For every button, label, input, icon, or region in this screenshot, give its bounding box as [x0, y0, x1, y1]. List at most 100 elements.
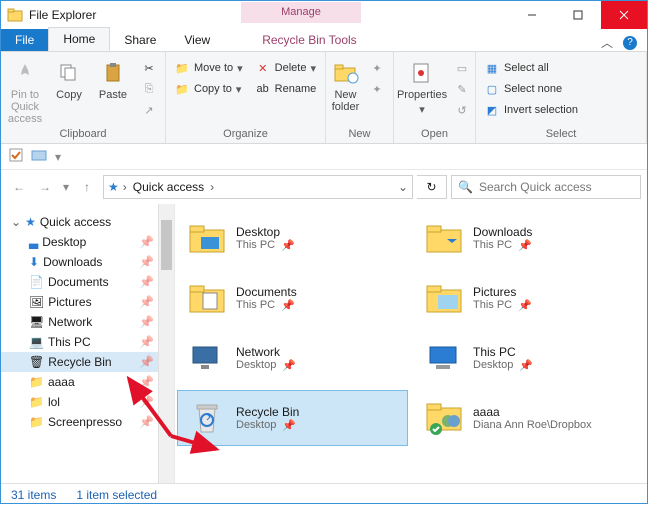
copy-path-button[interactable]: ⎘ [137, 80, 161, 98]
ribbon: Pin to Quick access Copy Paste ✂ ⎘ ↗ Cli… [1, 52, 647, 144]
item-aaaa[interactable]: aaaaDiana Ann Roe\Dropbox [414, 390, 645, 446]
paste-button[interactable]: Paste [93, 55, 133, 101]
item-network[interactable]: NetworkDesktop📌 [177, 330, 408, 386]
tree-quick-access[interactable]: ⌄ ★ Quick access [1, 212, 158, 232]
copyto-icon: 📁 [174, 81, 190, 97]
selectnone-icon: ▢ [484, 81, 500, 97]
qat-folder-icon[interactable] [31, 148, 47, 165]
minimize-button[interactable] [509, 1, 555, 29]
navigation-pane: ⌄ ★ Quick access ▃Desktop📌 ⬇Downloads📌 📄… [1, 204, 175, 483]
qat-overflow[interactable]: ▾ [55, 150, 61, 164]
pin-icon: 📌 [139, 315, 154, 329]
copy-to-button[interactable]: 📁Copy to▾ [170, 80, 247, 98]
open-button[interactable]: ▭ [450, 59, 474, 77]
delete-icon: ✕ [255, 60, 271, 76]
item-desktop[interactable]: DesktopThis PC📌 [177, 210, 408, 266]
pin-icon: 📌 [139, 235, 154, 249]
group-open: Open [398, 128, 471, 142]
tab-share[interactable]: Share [110, 28, 170, 51]
tab-recycle-bin-tools[interactable]: Recycle Bin Tools [248, 28, 371, 51]
address-history-dropdown[interactable]: ⌄ [398, 180, 408, 194]
shortcut-icon: ↗ [141, 102, 157, 118]
navigation-row: ← → ▾ ↑ ★ › Quick access › ⌄ ↻ 🔍 Search … [1, 170, 647, 204]
downloads-icon: ⬇ [29, 255, 39, 269]
folder-icon [186, 277, 228, 319]
tree-item-recycle-bin[interactable]: 🗑Recycle Bin📌 [1, 352, 158, 372]
back-button[interactable]: ← [7, 175, 31, 199]
properties-button[interactable]: Properties▾ [398, 55, 446, 116]
help-icon[interactable]: ? [623, 36, 637, 50]
tree-item-this-pc[interactable]: 💻This PC📌 [1, 332, 158, 352]
sidebar-scrollbar[interactable] [158, 204, 174, 483]
tab-view[interactable]: View [170, 28, 224, 51]
tab-strip: File Home Share View Recycle Bin Tools ︿… [1, 29, 647, 52]
pin-to-quick-access-button[interactable]: Pin to Quick access [5, 55, 45, 125]
group-clipboard: Clipboard [5, 128, 161, 142]
item-pictures[interactable]: PicturesThis PC📌 [414, 270, 645, 326]
tree-item-downloads[interactable]: ⬇Downloads📌 [1, 252, 158, 272]
forward-button[interactable]: → [33, 175, 57, 199]
search-box[interactable]: 🔍 Search Quick access [451, 175, 641, 199]
delete-button[interactable]: ✕Delete▾ [251, 59, 321, 77]
easy-icon: ✦ [369, 81, 385, 97]
scissors-icon: ✂ [141, 60, 157, 76]
up-button[interactable]: ↑ [75, 175, 99, 199]
history-button[interactable]: ↺ [450, 101, 474, 119]
tree-item-lol[interactable]: 📁lol📌 [1, 392, 158, 412]
move-icon: 📁 [174, 60, 190, 76]
ribbon-collapse-icon[interactable]: ︿ [601, 34, 613, 51]
tree-item-pictures[interactable]: 🖼Pictures📌 [1, 292, 158, 312]
open-icon: ▭ [454, 60, 470, 76]
copy-button[interactable]: Copy [49, 55, 89, 101]
tab-file[interactable]: File [1, 29, 48, 51]
tree-item-desktop[interactable]: ▃Desktop📌 [1, 232, 158, 252]
select-none-button[interactable]: ▢Select none [480, 80, 582, 98]
documents-icon: 📄 [29, 275, 44, 289]
address-bar[interactable]: ★ › Quick access › ⌄ [103, 175, 413, 199]
paste-shortcut-button[interactable]: ↗ [137, 101, 161, 119]
item-documents[interactable]: DocumentsThis PC📌 [177, 270, 408, 326]
pin-icon [11, 59, 39, 87]
move-to-button[interactable]: 📁Move to▾ [170, 59, 247, 77]
tab-home[interactable]: Home [48, 27, 110, 51]
history-icon: ↺ [454, 102, 470, 118]
content-pane: DesktopThis PC📌 DownloadsThis PC📌 Docume… [175, 204, 647, 483]
tree-item-documents[interactable]: 📄Documents📌 [1, 272, 158, 292]
status-selection: 1 item selected [76, 488, 157, 502]
folder-icon [423, 277, 465, 319]
edit-button[interactable]: ✎ [450, 80, 474, 98]
item-recycle-bin[interactable]: Recycle BinDesktop📌 [177, 390, 408, 446]
tree-item-network[interactable]: 🖥Network📌 [1, 312, 158, 332]
new-folder-button[interactable]: New folder [330, 55, 361, 113]
refresh-button[interactable]: ↻ [417, 175, 447, 199]
edit-icon: ✎ [454, 81, 470, 97]
select-all-button[interactable]: ▦Select all [480, 59, 582, 77]
tree-item-aaaa[interactable]: 📁aaaa📌 [1, 372, 158, 392]
pin-icon: 📌 [282, 419, 296, 432]
item-downloads[interactable]: DownloadsThis PC📌 [414, 210, 645, 266]
cut-button[interactable]: ✂ [137, 59, 161, 77]
group-select: Select [480, 128, 642, 142]
easy-access-button[interactable]: ✦ [365, 80, 389, 98]
invert-selection-button[interactable]: ◩Invert selection [480, 101, 582, 119]
close-button[interactable] [601, 1, 647, 29]
maximize-button[interactable] [555, 1, 601, 29]
new-item-button[interactable]: ✦ [365, 59, 389, 77]
window-title: File Explorer [29, 8, 96, 22]
item-this-pc[interactable]: This PCDesktop📌 [414, 330, 645, 386]
pin-icon: 📌 [281, 239, 295, 252]
breadcrumb-quick-access[interactable]: Quick access [131, 180, 206, 194]
tree-item-screenpresso[interactable]: 📁Screenpresso📌 [1, 412, 158, 432]
status-item-count: 31 items [11, 488, 56, 502]
pin-icon: 📌 [139, 275, 154, 289]
chevron-right-icon[interactable]: › [123, 180, 127, 194]
recent-locations-button[interactable]: ▾ [59, 175, 73, 199]
chevron-down-icon[interactable]: ⌄ [11, 215, 21, 229]
invert-icon: ◩ [484, 102, 500, 118]
qat-checkbox[interactable] [9, 148, 23, 165]
pin-icon: 📌 [281, 299, 295, 312]
rename-button[interactable]: abRename [251, 80, 321, 98]
pin-icon: 📌 [139, 395, 154, 409]
chevron-right-icon[interactable]: › [210, 180, 214, 194]
copy-icon [55, 59, 83, 87]
